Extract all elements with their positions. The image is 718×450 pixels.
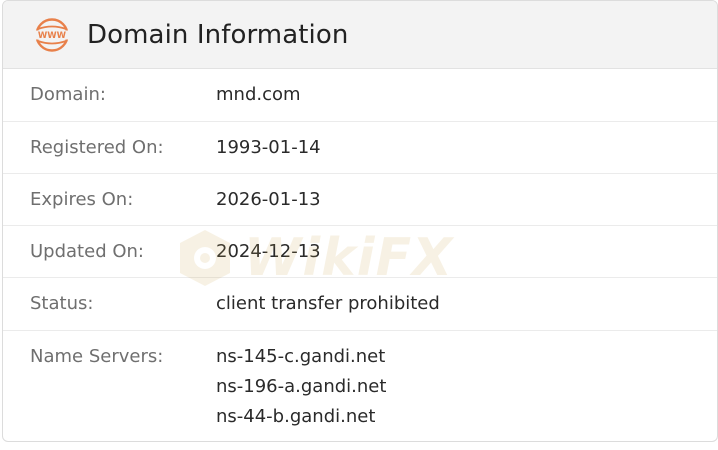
page-title: Domain Information [87, 19, 349, 50]
row-label: Updated On: [30, 241, 144, 262]
www-globe-icon: WWW [31, 17, 73, 52]
row-label: Registered On: [30, 137, 164, 158]
row-label: Name Servers: [30, 346, 164, 367]
info-row-status: Status: client transfer prohibited [3, 278, 717, 331]
row-value: 1993-01-14 [216, 137, 321, 158]
row-value: 2024-12-13 [216, 241, 321, 262]
name-server-item: ns-44-b.gandi.net [216, 406, 376, 427]
info-row-registered-on: Registered On: 1993-01-14 [3, 122, 717, 174]
name-server-item: ns-145-c.gandi.net [216, 346, 386, 367]
info-row-expires-on: Expires On: 2026-01-13 [3, 174, 717, 226]
info-row-domain: Domain: mnd.com [3, 69, 717, 122]
info-row-name-servers: Name Servers: ns-145-c.gandi.net ns-196-… [3, 331, 717, 441]
card-header: WWW Domain Information [3, 1, 717, 69]
row-label: Expires On: [30, 189, 134, 210]
name-server-list: ns-145-c.gandi.net ns-196-a.gandi.net ns… [216, 346, 386, 436]
row-value: 2026-01-13 [216, 189, 321, 210]
row-label: Domain: [30, 84, 106, 105]
row-label: Status: [30, 293, 94, 314]
name-server-item: ns-196-a.gandi.net [216, 376, 387, 397]
svg-text:WWW: WWW [38, 31, 67, 41]
row-value: client transfer prohibited [216, 293, 440, 314]
row-value: mnd.com [216, 84, 301, 105]
domain-info-card: WWW Domain Information Domain: mnd.com R… [2, 0, 718, 442]
info-row-updated-on: Updated On: 2024-12-13 [3, 226, 717, 278]
